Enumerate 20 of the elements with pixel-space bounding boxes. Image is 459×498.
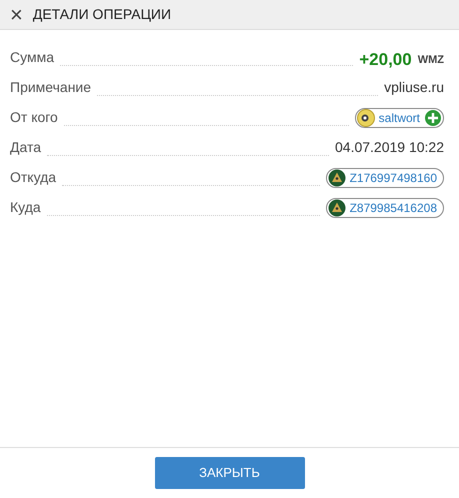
contact-link[interactable]: saltwort [354,108,444,128]
field-label: Сумма [10,48,54,67]
field-value: vpliuse.ru [384,78,444,97]
currency-label: WMZ [418,52,444,68]
add-icon [424,109,442,127]
field-label: От кого [10,108,58,127]
wallet-link[interactable]: Z879985416208 [326,198,444,218]
amount-value: +20,00 [359,51,412,68]
close-icon[interactable]: × [10,4,23,26]
dialog-title: ДЕТАЛИ ОПЕРАЦИИ [32,5,172,24]
field-label: Дата [10,138,42,157]
pyramid-icon [328,199,346,217]
field-label: Откуда [10,168,56,187]
pyramid-icon [328,169,346,187]
wallet-link[interactable]: Z176997498160 [326,168,444,188]
field-label: Примечание [10,78,92,97]
close-button[interactable]: ЗАКРЫТЬ [154,457,304,489]
field-label: Куда [10,198,41,217]
field-value: 04.07.2019 10:22 [335,138,444,157]
avatar-icon [356,109,375,127]
